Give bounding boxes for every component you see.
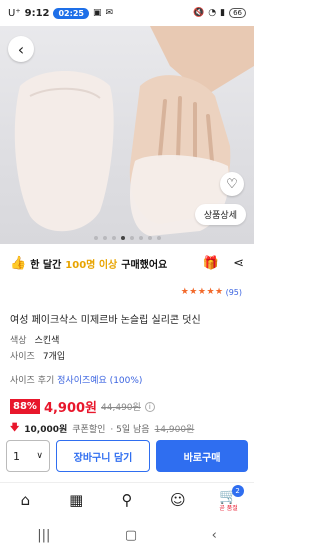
promo-text-highlight: 100명 이상: [65, 259, 118, 271]
cart-icon[interactable]: 🛒 곧 품절 2: [214, 484, 244, 515]
coupon-original-price: 14,900원: [154, 424, 195, 435]
carousel-dot[interactable]: [156, 236, 161, 240]
carousel-dot-active[interactable]: [120, 236, 125, 240]
color-option: 색상 스킨색: [10, 333, 59, 346]
coupon-amount: 10,000원: [24, 424, 68, 435]
coupon-days-left: · 5일 남음: [110, 424, 150, 435]
chevron-down-icon: ∨: [36, 451, 43, 461]
size-review[interactable]: 사이즈 후기 정사이즈예요 (100%): [10, 373, 142, 386]
promo-text-suffix: 구매했어요: [121, 259, 168, 271]
buy-now-button[interactable]: 바로구매: [156, 440, 248, 472]
bottom-navigation: ⌂ ▦ ⚲ ☺ 🛒 곧 품절 2: [0, 482, 254, 516]
current-price: 4,900원: [43, 401, 98, 416]
home-button-icon[interactable]: ▢: [125, 528, 137, 543]
mute-icon: 🔇: [193, 8, 205, 18]
star-rating-icon: ★★★★★: [180, 287, 224, 297]
recent-apps-icon[interactable]: |||: [37, 528, 50, 543]
screenshot-icon: ▣: [92, 8, 102, 18]
share-icon[interactable]: ⋖: [233, 256, 244, 271]
back-nav-icon[interactable]: ‹: [212, 528, 217, 543]
purchase-actions: 1 ∨ 장바구니 담기 바로구매: [6, 440, 248, 472]
home-icon[interactable]: ⌂: [10, 485, 40, 515]
quantity-select[interactable]: 1 ∨: [6, 440, 50, 472]
carousel-dot[interactable]: [138, 236, 143, 240]
size-option: 사이즈 7개입: [10, 349, 65, 362]
network-indicator: U⁺: [8, 7, 21, 19]
product-title: 여성 페이크삭스 미제르바 논슬립 실리콘 덧신: [10, 315, 201, 326]
size-label: 사이즈: [10, 352, 35, 362]
system-navigation-bar: ||| ▢ ‹: [0, 520, 254, 550]
size-value: 7개입: [42, 352, 66, 362]
quantity-value: 1: [13, 449, 20, 463]
search-icon[interactable]: ⚲: [112, 485, 142, 515]
info-icon[interactable]: i: [144, 401, 155, 412]
review-count: (95): [225, 287, 242, 297]
size-review-label: 사이즈 후기: [10, 376, 55, 386]
my-page-icon[interactable]: ☺: [163, 485, 193, 515]
discount-badge: 88%: [10, 399, 40, 414]
product-image-carousel[interactable]: ‹ ♡ 상품상세: [0, 26, 254, 244]
color-value: 스킨색: [34, 336, 60, 346]
purchase-stat-banner: 👍 한 달간 100명 이상 구매했어요 🎁 ⋖: [10, 251, 244, 275]
signal-icon: ▮: [220, 8, 226, 18]
down-arrow-icon: 🡇: [10, 423, 20, 433]
clock: 9:12: [24, 7, 50, 19]
back-button[interactable]: ‹: [8, 36, 34, 62]
carousel-dot[interactable]: [111, 236, 116, 240]
category-icon[interactable]: ▦: [61, 485, 91, 515]
original-price: 44,490원: [101, 403, 141, 413]
status-bar: U⁺ 9:12 02:25 ▣ ✉ 🔇 ◔ ▮ 66: [0, 0, 254, 26]
wishlist-heart-icon[interactable]: ♡: [220, 172, 244, 196]
call-timer-pill[interactable]: 02:25: [53, 7, 89, 19]
color-label: 색상: [10, 336, 27, 346]
add-to-cart-button[interactable]: 장바구니 담기: [56, 440, 150, 472]
gift-icon[interactable]: 🎁: [203, 256, 219, 271]
coupon-row: 🡇 10,000원 쿠폰할인 · 5일 남음 14,900원: [10, 420, 194, 436]
thumbs-up-icon: 👍: [10, 255, 27, 271]
carousel-dot[interactable]: [102, 236, 107, 240]
size-review-value: 정사이즈예요 (100%): [57, 376, 143, 386]
product-detail-button[interactable]: 상품상세: [194, 204, 246, 225]
carousel-dot[interactable]: [147, 236, 152, 240]
wifi-icon: ◔: [208, 8, 217, 18]
carousel-dot[interactable]: [129, 236, 134, 240]
carousel-dot[interactable]: [93, 236, 98, 240]
promo-text-prefix: 한 달간: [30, 259, 62, 271]
battery-indicator: 66: [229, 8, 246, 18]
price-row: 88% 4,900원 44,490원 i: [10, 397, 155, 416]
cart-count-badge: 2: [231, 484, 244, 497]
carousel-indicator: [0, 236, 254, 240]
cart-label: 곧 품절: [219, 505, 238, 512]
coupon-label: 쿠폰할인: [72, 424, 106, 435]
notification-icon: ✉: [105, 8, 114, 18]
rating-summary[interactable]: ★★★★★ (95): [181, 287, 242, 297]
